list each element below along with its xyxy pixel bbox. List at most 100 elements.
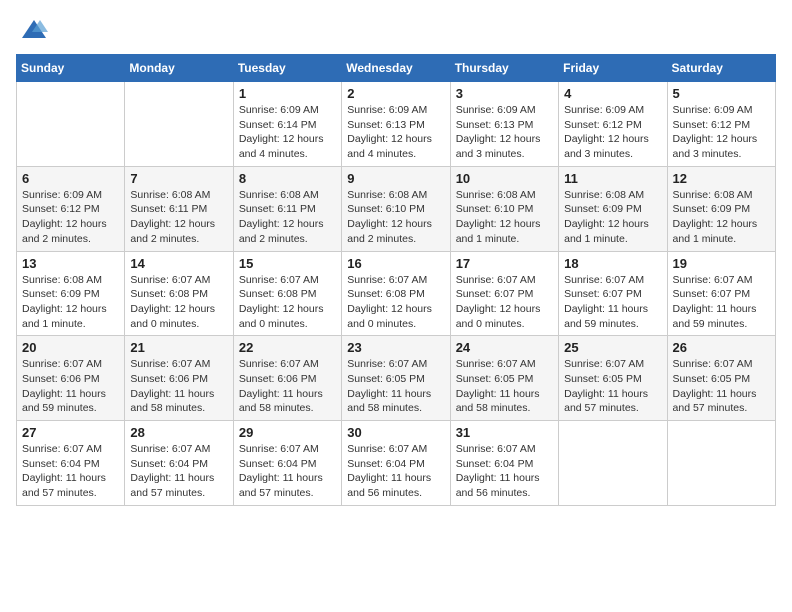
calendar-cell — [125, 82, 233, 167]
day-number: 30 — [347, 425, 444, 440]
calendar-header-row: SundayMondayTuesdayWednesdayThursdayFrid… — [17, 55, 776, 82]
day-info: Sunrise: 6:07 AM Sunset: 6:05 PM Dayligh… — [347, 357, 444, 416]
day-number: 10 — [456, 171, 553, 186]
calendar-cell: 18 Sunrise: 6:07 AM Sunset: 6:07 PM Dayli… — [559, 251, 667, 336]
calendar-week-row: 27 Sunrise: 6:07 AM Sunset: 6:04 PM Dayli… — [17, 421, 776, 506]
calendar-week-row: 13 Sunrise: 6:08 AM Sunset: 6:09 PM Dayli… — [17, 251, 776, 336]
day-number: 15 — [239, 256, 336, 271]
calendar-week-row: 1Sunrise: 6:09 AM Sunset: 6:14 PM Daylig… — [17, 82, 776, 167]
day-info: Sunrise: 6:07 AM Sunset: 6:06 PM Dayligh… — [22, 357, 119, 416]
day-number: 14 — [130, 256, 227, 271]
calendar-cell — [559, 421, 667, 506]
day-info: Sunrise: 6:09 AM Sunset: 6:12 PM Dayligh… — [22, 188, 119, 247]
calendar-cell: 3 Sunrise: 6:09 AM Sunset: 6:13 PM Daylig… — [450, 82, 558, 167]
day-info: Sunrise: 6:08 AM Sunset: 6:10 PM Dayligh… — [456, 188, 553, 247]
day-info: Sunrise: 6:09 AM Sunset: 6:12 PM Dayligh… — [673, 103, 770, 162]
day-info: Sunrise: 6:08 AM Sunset: 6:11 PM Dayligh… — [239, 188, 336, 247]
day-number: 31 — [456, 425, 553, 440]
calendar-header-monday: Monday — [125, 55, 233, 82]
day-info: Sunrise: 6:08 AM Sunset: 6:11 PM Dayligh… — [130, 188, 227, 247]
calendar-cell: 31Sunrise: 6:07 AM Sunset: 6:04 PM Dayli… — [450, 421, 558, 506]
day-info: Sunrise: 6:08 AM Sunset: 6:10 PM Dayligh… — [347, 188, 444, 247]
day-info: Sunrise: 6:07 AM Sunset: 6:08 PM Dayligh… — [239, 273, 336, 332]
calendar-cell: 25 Sunrise: 6:07 AM Sunset: 6:05 PM Dayli… — [559, 336, 667, 421]
calendar-cell: 16 Sunrise: 6:07 AM Sunset: 6:08 PM Dayli… — [342, 251, 450, 336]
page-header — [16, 16, 776, 44]
calendar-header-saturday: Saturday — [667, 55, 775, 82]
calendar-cell: 14 Sunrise: 6:07 AM Sunset: 6:08 PM Dayli… — [125, 251, 233, 336]
calendar-cell: 7 Sunrise: 6:08 AM Sunset: 6:11 PM Daylig… — [125, 166, 233, 251]
calendar-cell — [667, 421, 775, 506]
day-number: 28 — [130, 425, 227, 440]
day-info: Sunrise: 6:07 AM Sunset: 6:07 PM Dayligh… — [673, 273, 770, 332]
day-info: Sunrise: 6:08 AM Sunset: 6:09 PM Dayligh… — [673, 188, 770, 247]
day-number: 11 — [564, 171, 661, 186]
day-info: Sunrise: 6:07 AM Sunset: 6:06 PM Dayligh… — [130, 357, 227, 416]
day-info: Sunrise: 6:09 AM Sunset: 6:13 PM Dayligh… — [456, 103, 553, 162]
calendar-cell: 28 Sunrise: 6:07 AM Sunset: 6:04 PM Dayli… — [125, 421, 233, 506]
day-number: 3 — [456, 86, 553, 101]
calendar-header-wednesday: Wednesday — [342, 55, 450, 82]
calendar-cell: 5 Sunrise: 6:09 AM Sunset: 6:12 PM Daylig… — [667, 82, 775, 167]
calendar-cell: 15 Sunrise: 6:07 AM Sunset: 6:08 PM Dayli… — [233, 251, 341, 336]
day-info: Sunrise: 6:07 AM Sunset: 6:04 PM Dayligh… — [347, 442, 444, 501]
day-info: Sunrise: 6:09 AM Sunset: 6:13 PM Dayligh… — [347, 103, 444, 162]
day-number: 13 — [22, 256, 119, 271]
day-info: Sunrise: 6:07 AM Sunset: 6:06 PM Dayligh… — [239, 357, 336, 416]
day-info: Sunrise: 6:07 AM Sunset: 6:08 PM Dayligh… — [130, 273, 227, 332]
day-number: 23 — [347, 340, 444, 355]
day-number: 4 — [564, 86, 661, 101]
calendar-cell: 12 Sunrise: 6:08 AM Sunset: 6:09 PM Dayli… — [667, 166, 775, 251]
calendar-cell — [17, 82, 125, 167]
calendar-cell: 6 Sunrise: 6:09 AM Sunset: 6:12 PM Daylig… — [17, 166, 125, 251]
day-info: Sunrise: 6:07 AM Sunset: 6:04 PM Dayligh… — [22, 442, 119, 501]
day-info: Sunrise: 6:08 AM Sunset: 6:09 PM Dayligh… — [564, 188, 661, 247]
day-info: Sunrise: 6:07 AM Sunset: 6:04 PM Dayligh… — [130, 442, 227, 501]
calendar-cell: 11 Sunrise: 6:08 AM Sunset: 6:09 PM Dayli… — [559, 166, 667, 251]
calendar-cell: 19 Sunrise: 6:07 AM Sunset: 6:07 PM Dayli… — [667, 251, 775, 336]
calendar-cell: 29Sunrise: 6:07 AM Sunset: 6:04 PM Dayli… — [233, 421, 341, 506]
calendar-header-sunday: Sunday — [17, 55, 125, 82]
logo-icon — [20, 16, 48, 44]
day-number: 21 — [130, 340, 227, 355]
calendar-cell: 17Sunrise: 6:07 AM Sunset: 6:07 PM Dayli… — [450, 251, 558, 336]
calendar-cell: 13 Sunrise: 6:08 AM Sunset: 6:09 PM Dayli… — [17, 251, 125, 336]
day-number: 8 — [239, 171, 336, 186]
calendar-table: SundayMondayTuesdayWednesdayThursdayFrid… — [16, 54, 776, 506]
day-number: 27 — [22, 425, 119, 440]
day-number: 18 — [564, 256, 661, 271]
day-info: Sunrise: 6:07 AM Sunset: 6:05 PM Dayligh… — [564, 357, 661, 416]
calendar-cell: 9Sunrise: 6:08 AM Sunset: 6:10 PM Daylig… — [342, 166, 450, 251]
day-number: 7 — [130, 171, 227, 186]
calendar-cell: 2Sunrise: 6:09 AM Sunset: 6:13 PM Daylig… — [342, 82, 450, 167]
logo — [16, 16, 48, 44]
calendar-header-thursday: Thursday — [450, 55, 558, 82]
day-info: Sunrise: 6:09 AM Sunset: 6:12 PM Dayligh… — [564, 103, 661, 162]
day-info: Sunrise: 6:07 AM Sunset: 6:05 PM Dayligh… — [456, 357, 553, 416]
calendar-cell: 20 Sunrise: 6:07 AM Sunset: 6:06 PM Dayli… — [17, 336, 125, 421]
day-info: Sunrise: 6:07 AM Sunset: 6:08 PM Dayligh… — [347, 273, 444, 332]
day-number: 5 — [673, 86, 770, 101]
day-number: 19 — [673, 256, 770, 271]
calendar-cell: 1Sunrise: 6:09 AM Sunset: 6:14 PM Daylig… — [233, 82, 341, 167]
day-info: Sunrise: 6:08 AM Sunset: 6:09 PM Dayligh… — [22, 273, 119, 332]
calendar-cell: 26 Sunrise: 6:07 AM Sunset: 6:05 PM Dayli… — [667, 336, 775, 421]
calendar-cell: 27 Sunrise: 6:07 AM Sunset: 6:04 PM Dayli… — [17, 421, 125, 506]
day-number: 29 — [239, 425, 336, 440]
day-info: Sunrise: 6:07 AM Sunset: 6:05 PM Dayligh… — [673, 357, 770, 416]
calendar-cell: 10 Sunrise: 6:08 AM Sunset: 6:10 PM Dayli… — [450, 166, 558, 251]
day-info: Sunrise: 6:07 AM Sunset: 6:07 PM Dayligh… — [564, 273, 661, 332]
calendar-cell: 4 Sunrise: 6:09 AM Sunset: 6:12 PM Daylig… — [559, 82, 667, 167]
day-number: 20 — [22, 340, 119, 355]
calendar-header-friday: Friday — [559, 55, 667, 82]
day-number: 16 — [347, 256, 444, 271]
day-number: 25 — [564, 340, 661, 355]
day-number: 24 — [456, 340, 553, 355]
day-number: 12 — [673, 171, 770, 186]
day-number: 26 — [673, 340, 770, 355]
calendar-header-tuesday: Tuesday — [233, 55, 341, 82]
calendar-week-row: 20 Sunrise: 6:07 AM Sunset: 6:06 PM Dayli… — [17, 336, 776, 421]
day-number: 17 — [456, 256, 553, 271]
day-number: 6 — [22, 171, 119, 186]
day-number: 22 — [239, 340, 336, 355]
